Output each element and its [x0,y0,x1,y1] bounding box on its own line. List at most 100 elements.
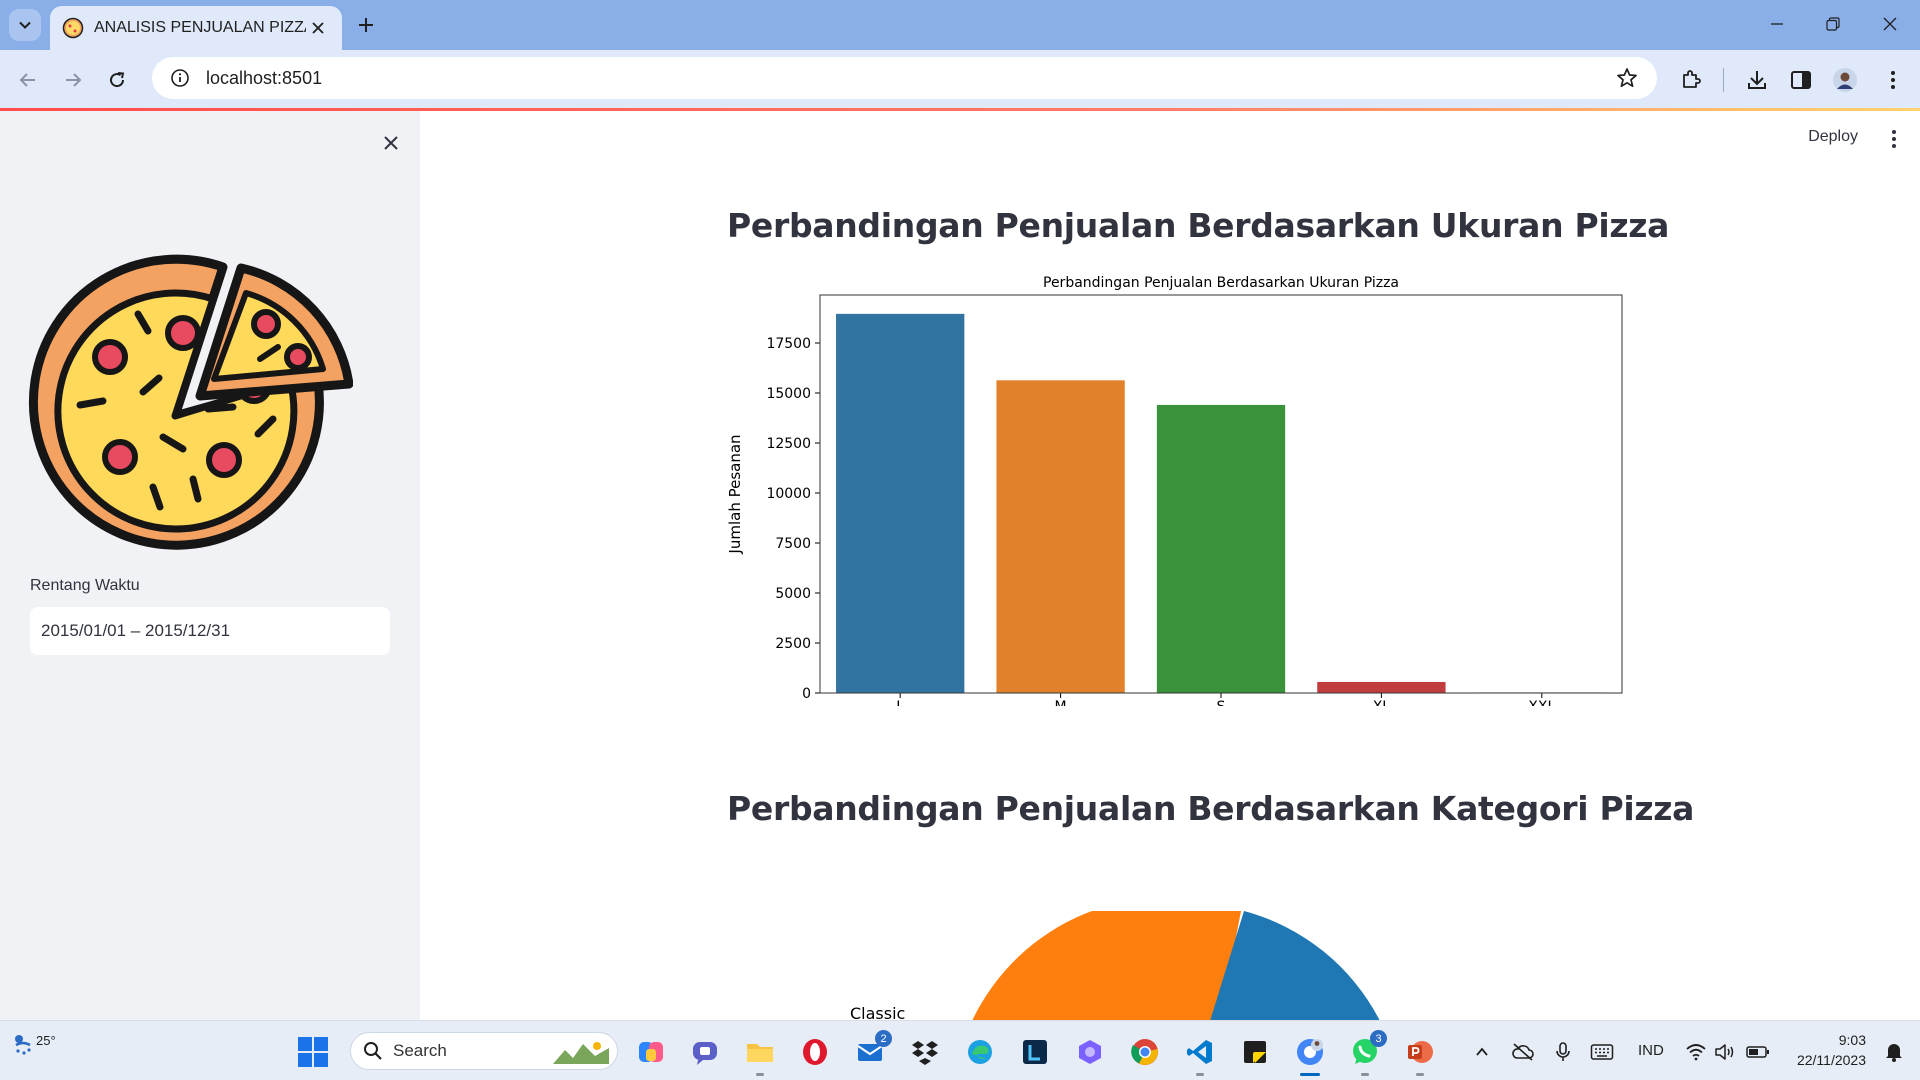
running-indicator [1196,1073,1204,1076]
taskbar-chrome-profile[interactable] [1292,1034,1328,1076]
tray-language[interactable]: IND [1638,1042,1664,1059]
reload-icon [110,72,125,88]
x-tick-label: L [896,699,904,706]
mail-badge: 2 [875,1030,892,1047]
folder-icon [747,1044,773,1062]
download-icon [1748,71,1766,89]
taskbar-whatsapp[interactable]: 3 [1347,1030,1387,1076]
forward-button[interactable] [57,64,89,96]
browser-tab-active[interactable]: ANALISIS PENJUALAN PIZZA [50,6,342,50]
pie-label-classic: Classic [850,1004,906,1020]
tab-close-button[interactable] [306,16,330,40]
tray-keyboard[interactable] [1589,1039,1615,1065]
microphone-icon [1556,1042,1570,1061]
browser-menu-button[interactable] [1878,65,1908,95]
tray-microphone[interactable] [1550,1039,1576,1065]
active-indicator [1300,1073,1320,1076]
browser-tab-strip: ANALISIS PENJUALAN PIZZA [0,0,1920,50]
running-indicator [1361,1073,1369,1076]
taskbar-file-explorer[interactable] [742,1034,778,1076]
restore-icon [1826,17,1840,31]
close-icon [1883,17,1897,31]
extensions-button[interactable] [1676,65,1706,95]
url-text[interactable]: localhost:8501 [206,68,322,89]
keyboard-icon [1590,1044,1614,1060]
deploy-button[interactable]: Deploy [1808,128,1858,146]
side-panel-icon [1791,71,1811,89]
tray-wifi[interactable] [1683,1039,1709,1065]
app-menu-button[interactable] [1882,127,1906,151]
star-icon[interactable] [1615,66,1639,90]
new-tab-button[interactable] [352,11,380,39]
date-range-label: Rentang Waktu [30,577,140,594]
opera-icon [803,1039,827,1065]
reload-button[interactable] [101,64,133,96]
plus-icon [359,18,373,32]
clock-date: 22/11/2023 [1796,1052,1866,1068]
bar-xl [1317,681,1446,693]
sticky-notes-icon [1244,1041,1266,1063]
site-info-button[interactable] [160,58,200,98]
info-icon [171,69,189,87]
taskbar-dropbox[interactable] [907,1034,943,1070]
taskbar-vscode[interactable] [1182,1034,1218,1076]
puzzle-icon [1683,70,1701,88]
taskbar-app-purple[interactable] [1072,1034,1108,1070]
x-tick-label: M [1055,699,1067,706]
x-tick-label: XXL [1528,699,1555,706]
powerpoint-icon [1408,1041,1433,1063]
copilot-icon [639,1042,663,1062]
tray-battery[interactable] [1745,1039,1771,1065]
browser-toolbar: localhost:8501 [0,50,1920,108]
battery-icon [1746,1046,1769,1058]
minimize-button[interactable] [1759,10,1795,38]
wifi-icon [1686,1044,1706,1061]
weather-temperature: 25° [36,1033,56,1048]
side-panel-button[interactable] [1786,65,1816,95]
close-icon [384,136,398,150]
chevron-down-icon [19,21,31,29]
app-cube-icon [1079,1040,1101,1064]
sidebar-close-button[interactable] [377,129,405,157]
notification-bell-icon[interactable] [1882,1039,1906,1063]
taskbar-chrome[interactable] [1127,1034,1163,1070]
taskbar-edge[interactable] [962,1034,998,1070]
taskbar-sticky-notes[interactable] [1237,1034,1273,1070]
taskbar-copilot[interactable] [633,1034,669,1070]
taskbar-opera[interactable] [797,1034,833,1070]
address-bar[interactable]: localhost:8501 [152,57,1657,99]
tray-volume[interactable] [1712,1039,1738,1065]
tray-overflow-button[interactable] [1469,1039,1495,1065]
running-indicator [756,1073,764,1076]
chart-title: Perbandingan Penjualan Berdasarkan Ukura… [1043,275,1399,291]
tray-onedrive[interactable] [1510,1039,1536,1065]
main-content: Deploy Perbandingan Penjualan Berdasarka… [420,111,1920,1020]
taskbar-powerpoint[interactable] [1402,1034,1438,1076]
profile-avatar[interactable] [1830,65,1860,95]
tab-search-button[interactable] [9,9,41,41]
taskbar-clock[interactable]: 9:03 22/11/2023 [1797,1030,1866,1070]
vscode-icon [1187,1040,1212,1064]
app-tile-icon [1023,1040,1047,1064]
downloads-button[interactable] [1742,65,1772,95]
taskbar-search[interactable]: Search [350,1032,618,1070]
pizza-logo-icon [28,254,353,550]
whatsapp-badge: 3 [1370,1030,1387,1047]
restore-button[interactable] [1815,10,1851,38]
y-tick-label: 12500 [766,436,811,452]
taskbar-app-blue[interactable] [1017,1034,1053,1070]
weather-icon [15,1035,31,1055]
date-range-input[interactable]: 2015/01/01 – 2015/12/31 [30,607,390,655]
pie-chart-category [972,911,1380,1020]
tab-title: ANALISIS PENJUALAN PIZZA [94,19,306,36]
weather-widget[interactable]: 25° [12,1033,56,1059]
taskbar: 25° Search 2 3 IND 9:03 22/11/2023 [0,1020,1920,1080]
x-tick-label: XL [1373,699,1391,706]
taskbar-mail[interactable]: 2 [852,1030,892,1070]
search-highlight-icon [553,1042,609,1064]
bar-s [1156,404,1286,693]
windows-start-icon[interactable] [296,1035,330,1069]
back-button[interactable] [12,64,44,96]
window-close-button[interactable] [1872,10,1908,38]
taskbar-teams[interactable] [687,1034,723,1070]
